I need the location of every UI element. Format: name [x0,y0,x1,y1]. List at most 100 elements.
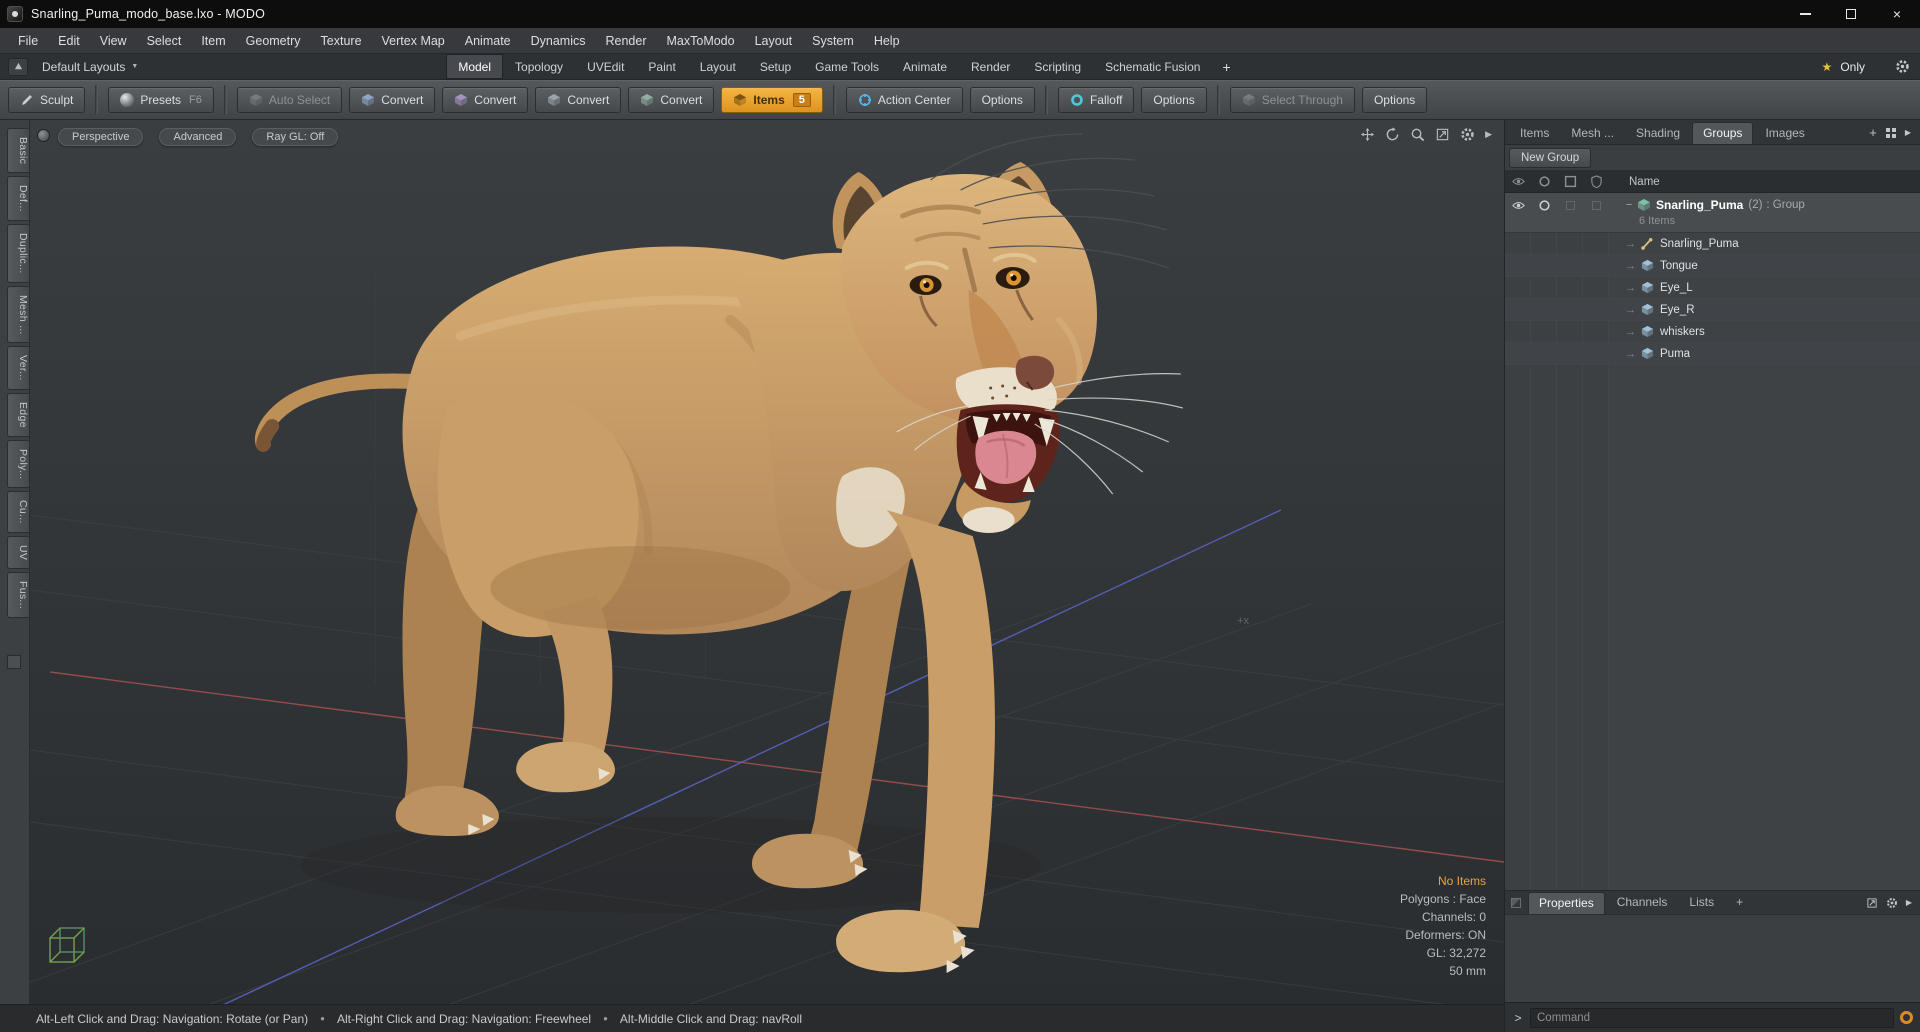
3d-viewport[interactable]: Perspective Advanced Ray GL: Off ▶ +x No… [30,120,1504,1004]
left-tab-fusion[interactable]: Fus... [7,572,29,619]
select-through-button[interactable]: Select Through [1229,87,1355,113]
menu-file[interactable]: File [8,28,48,53]
command-prompt[interactable]: > [1512,1011,1524,1025]
gear-icon[interactable] [1895,59,1910,74]
panel-flyout-icon[interactable]: ▶ [1905,128,1911,137]
close-button[interactable]: × [1874,0,1920,28]
tab-properties[interactable]: Properties [1528,891,1605,914]
collapse-expander[interactable]: − [1623,199,1635,211]
orbit-icon[interactable] [1385,127,1400,142]
layout-tab-layout[interactable]: Layout [688,54,748,79]
render-toggle-icon[interactable] [1538,199,1551,212]
layout-tab-game-tools[interactable]: Game Tools [803,54,891,79]
new-group-button[interactable]: New Group [1509,147,1592,168]
layout-tab-animate[interactable]: Animate [891,54,959,79]
tab-groups[interactable]: Groups [1692,122,1754,144]
layout-tab-topology[interactable]: Topology [503,54,575,79]
tab-channels[interactable]: Channels [1607,892,1678,913]
menu-geometry[interactable]: Geometry [236,28,311,53]
layout-tab-uvedit[interactable]: UVEdit [575,54,636,79]
only-toggle[interactable]: Only [1840,60,1865,74]
viewport-flyout-icon[interactable]: ▶ [1485,129,1492,140]
group-item-tongue[interactable]: → Tongue [1505,255,1920,277]
menu-vertex-map[interactable]: Vertex Map [372,28,455,53]
minimize-button[interactable] [1782,0,1828,28]
zoom-icon[interactable] [1410,127,1425,142]
pan-icon[interactable] [1360,127,1375,142]
auto-select-button[interactable]: Auto Select [236,87,343,113]
menu-layout[interactable]: Layout [745,28,803,53]
menu-select[interactable]: Select [137,28,192,53]
add-properties-tab-button[interactable]: + [1726,892,1753,913]
palette-handle[interactable] [7,655,21,670]
layouts-up-button[interactable] [8,57,28,76]
command-history-icon[interactable] [1900,1011,1913,1024]
sculpt-button[interactable]: Sculpt [8,87,86,113]
panel-corner-icon[interactable] [1511,897,1521,908]
presets-button[interactable]: Presets F6 [108,87,214,113]
left-tab-vertex[interactable]: Ver... [7,346,29,391]
group-item-puma[interactable]: → Puma [1505,343,1920,365]
layout-tab-setup[interactable]: Setup [748,54,803,79]
layout-tab-scripting[interactable]: Scripting [1022,54,1093,79]
tab-lists[interactable]: Lists [1679,892,1724,913]
star-icon[interactable]: ★ [1822,60,1833,74]
action-center-options-button[interactable]: Options [969,87,1035,113]
name-column-header[interactable]: Name [1629,176,1660,188]
properties-gear-icon[interactable] [1886,897,1898,909]
left-tab-duplicate[interactable]: Duplic... [7,224,29,283]
action-center-button[interactable]: Action Center [845,87,963,113]
convert-button-4[interactable]: Convert [628,87,715,113]
left-tab-polygon[interactable]: Poly... [7,439,29,489]
viewport-thumb-widget[interactable] [37,129,50,142]
tab-items[interactable]: Items [1510,123,1559,144]
left-tab-mesh[interactable]: Mesh ... [7,285,29,344]
toggle-box[interactable] [1565,200,1575,210]
tab-shading[interactable]: Shading [1626,123,1690,144]
group-item-eye-l[interactable]: → Eye_L [1505,277,1920,299]
layout-tab-paint[interactable]: Paint [636,54,687,79]
resize-icon[interactable] [1866,897,1878,909]
layout-tab-render[interactable]: Render [959,54,1022,79]
menu-render[interactable]: Render [596,28,657,53]
menu-animate[interactable]: Animate [455,28,521,53]
perspective-button[interactable]: Perspective [58,128,144,146]
left-tab-edge[interactable]: Edge [7,393,29,437]
advanced-button[interactable]: Advanced [159,128,237,146]
select-through-options-button[interactable]: Options [1361,87,1428,113]
maximize-button[interactable] [1828,0,1874,28]
menu-texture[interactable]: Texture [311,28,372,53]
left-tab-uv[interactable]: UV [7,536,29,570]
menu-edit[interactable]: Edit [48,28,90,53]
items-mode-button[interactable]: Items 5 [721,87,823,113]
tab-images[interactable]: Images [1755,123,1814,144]
panel-grid-icon[interactable] [1885,127,1897,139]
layout-tab-model[interactable]: Model [446,54,504,79]
raygl-button[interactable]: Ray GL: Off [252,128,339,146]
group-item-snarling-puma[interactable]: → Snarling_Puma [1505,233,1920,255]
maximize-viewport-icon[interactable] [1435,127,1450,142]
convert-button-2[interactable]: Convert [442,87,529,113]
menu-dynamics[interactable]: Dynamics [521,28,596,53]
tab-mesh[interactable]: Mesh ... [1561,123,1624,144]
group-row-snarling-puma[interactable]: − Snarling_Puma (2) : Group 6 Items [1505,193,1920,233]
menu-help[interactable]: Help [864,28,910,53]
eye-icon[interactable] [1512,199,1525,212]
convert-button-1[interactable]: Convert [349,87,436,113]
left-tab-basic[interactable]: Basic [7,128,29,174]
falloff-options-button[interactable]: Options [1141,87,1207,113]
command-input[interactable] [1530,1007,1894,1028]
falloff-button[interactable]: Falloff [1057,87,1135,113]
left-tab-curves[interactable]: Cu... [7,491,29,534]
group-item-whiskers[interactable]: → whiskers [1505,321,1920,343]
menu-system[interactable]: System [802,28,864,53]
menu-maxtomodo[interactable]: MaxToModo [657,28,745,53]
toggle-box[interactable] [1591,200,1601,210]
properties-flyout-icon[interactable]: ▶ [1906,898,1912,907]
menu-view[interactable]: View [90,28,137,53]
menu-item[interactable]: Item [191,28,235,53]
default-layouts-dropdown[interactable]: Default Layouts ▼ [34,60,146,74]
add-layout-tab-button[interactable]: + [1212,54,1240,79]
viewport-gear-icon[interactable] [1460,127,1475,142]
left-tab-deform[interactable]: Def... [7,176,29,222]
